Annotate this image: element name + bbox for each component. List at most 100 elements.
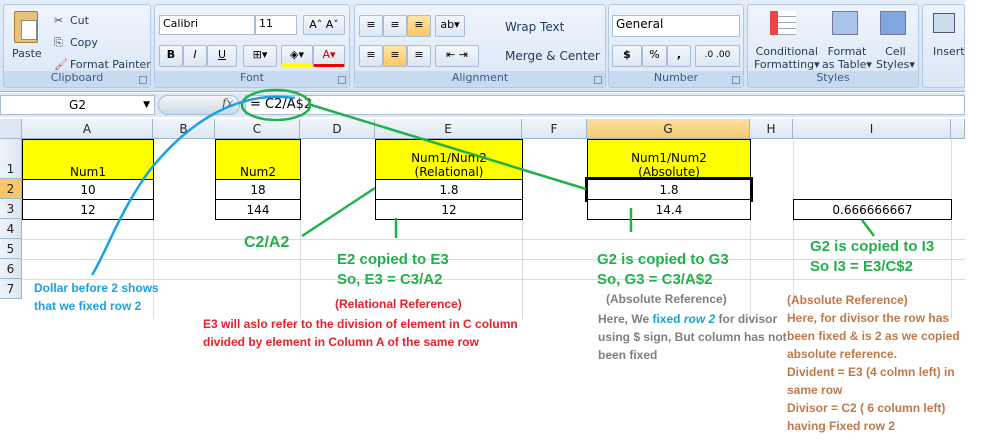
row-header-1[interactable]: 1 bbox=[0, 139, 22, 179]
column-header-d[interactable]: D bbox=[300, 119, 375, 139]
clipboard-label: Clipboard bbox=[4, 71, 150, 87]
cell-i3[interactable]: 0.666666667 bbox=[793, 199, 952, 220]
column-header-j[interactable] bbox=[951, 119, 965, 139]
gridline bbox=[22, 279, 965, 280]
insert-button[interactable]: Insert bbox=[933, 45, 965, 58]
column-header-f[interactable]: F bbox=[522, 119, 587, 139]
bold-button[interactable]: B bbox=[159, 45, 183, 67]
align-center-button[interactable]: ≡ bbox=[383, 45, 407, 67]
comma-button[interactable]: , bbox=[667, 45, 691, 67]
cell-g2-selected[interactable]: 1.8 bbox=[585, 177, 753, 202]
styles-group: Conditional Formatting▾ Format as Table▾ C… bbox=[747, 4, 919, 88]
column-header-i[interactable]: I bbox=[793, 119, 951, 139]
row-header-6[interactable]: 6 bbox=[0, 259, 22, 279]
row-header-5[interactable]: 5 bbox=[0, 239, 22, 259]
top-align-button[interactable]: ≡ bbox=[359, 15, 383, 37]
cell-a3[interactable]: 12 bbox=[22, 199, 154, 220]
wrap-text-button[interactable]: Wrap Text bbox=[505, 20, 564, 34]
cut-button[interactable]: Cut bbox=[70, 14, 89, 27]
clipboard-launcher[interactable] bbox=[139, 76, 147, 84]
cell-styles-button[interactable]: Cell Styles▾ bbox=[876, 45, 915, 71]
middle-align-button[interactable]: ≡ bbox=[383, 15, 407, 37]
font-size-select[interactable]: 11 bbox=[255, 15, 297, 35]
chevron-down-icon[interactable]: ▼ bbox=[143, 96, 150, 114]
cell-e1[interactable]: Num1/Num2 (Relational) bbox=[375, 139, 523, 180]
select-all-corner[interactable] bbox=[0, 119, 22, 139]
cell-e2[interactable]: 1.8 bbox=[375, 179, 523, 200]
underline-button[interactable]: U bbox=[207, 45, 237, 67]
cell-e1-line2: (Relational) bbox=[414, 165, 484, 179]
align-right-button[interactable]: ≡ bbox=[407, 45, 431, 67]
cell-g1-line1: Num1/Num2 bbox=[631, 151, 707, 165]
grow-font-button[interactable]: A˄ A˅ bbox=[303, 15, 345, 35]
conditional-formatting-icon bbox=[770, 11, 796, 35]
copy-button[interactable]: Copy bbox=[70, 36, 98, 49]
conditional-formatting-button[interactable]: Conditional Formatting▾ bbox=[754, 45, 820, 71]
font-launcher[interactable] bbox=[338, 76, 346, 84]
absolute-desc-line2: using $ sign, But column has not bbox=[598, 330, 787, 344]
percent-button[interactable]: % bbox=[642, 45, 667, 67]
cell-g3[interactable]: 14.4 bbox=[587, 199, 751, 220]
format-painter-icon: 🖌 bbox=[54, 58, 68, 71]
cell-g1[interactable]: Num1/Num2 (Absolute) bbox=[587, 139, 751, 180]
format-label: Format bbox=[827, 45, 867, 58]
cell-c2[interactable]: 18 bbox=[215, 179, 301, 200]
orientation-button[interactable]: ab▾ bbox=[435, 15, 465, 37]
i-copy-line1: G2 is copied to I3 bbox=[810, 238, 935, 255]
bottom-align-button[interactable]: ≡ bbox=[407, 15, 431, 37]
italic-button[interactable]: I bbox=[183, 45, 207, 67]
column-header-c[interactable]: C bbox=[215, 119, 300, 139]
number-launcher[interactable] bbox=[732, 76, 740, 84]
e-copy-line2: So, E3 = C3/A2 bbox=[337, 271, 443, 288]
font-label: Font bbox=[155, 71, 349, 87]
green-arrow-i3 bbox=[861, 219, 875, 237]
alignment-group: ≡ ≡ ≡ ab▾ ≡ ≡ ≡ ⇤ ⇥ Wrap Text Merge & Ce… bbox=[354, 4, 606, 88]
i-desc: (Absolute Reference) Here, for divisor t… bbox=[787, 291, 960, 435]
cell-styles-icon bbox=[880, 11, 906, 35]
name-box-value: G2 bbox=[69, 98, 86, 112]
font-color-button[interactable]: A▾ bbox=[313, 45, 345, 67]
decimal-buttons[interactable]: .0 .00 bbox=[695, 45, 740, 67]
column-header-g[interactable]: G bbox=[587, 119, 750, 139]
column-header-e[interactable]: E bbox=[375, 119, 522, 139]
name-box[interactable]: G2 ▼ bbox=[0, 95, 155, 115]
green-arrow-c2a2 bbox=[301, 186, 376, 238]
currency-button[interactable]: $ bbox=[612, 45, 642, 67]
row-header-7[interactable]: 7 bbox=[0, 279, 22, 299]
formula-input[interactable]: = C2/A$2 bbox=[245, 95, 965, 115]
format-painter-button[interactable]: Format Painter bbox=[70, 58, 151, 71]
number-format-select[interactable]: General bbox=[612, 15, 740, 37]
i-desc-line: Here, for divisor the row has bbox=[787, 311, 950, 325]
font-name-select[interactable]: Calibri bbox=[159, 15, 255, 35]
cell-c1[interactable]: Num2 bbox=[215, 139, 301, 180]
absolute-desc-post: for divisor bbox=[715, 312, 778, 326]
merge-center-button[interactable]: Merge & Center bbox=[505, 49, 600, 63]
row-header-3[interactable]: 3 bbox=[0, 199, 22, 219]
align-left-button[interactable]: ≡ bbox=[359, 45, 383, 67]
row-header-4[interactable]: 4 bbox=[0, 219, 22, 239]
paste-button[interactable]: Paste bbox=[12, 47, 42, 60]
cell-g1-line2: (Absolute) bbox=[638, 165, 700, 179]
column-header-h[interactable]: H bbox=[750, 119, 793, 139]
fx-icon[interactable]: fx bbox=[222, 96, 233, 110]
borders-button[interactable]: ⊞▾ bbox=[243, 45, 277, 67]
cell-e3[interactable]: 12 bbox=[375, 199, 523, 220]
font-group: Calibri 11 A˄ A˅ B I U ⊞▾ ◈▾ A▾ Font bbox=[154, 4, 350, 88]
formula-bar: G2 ▼ fx = C2/A$2 bbox=[0, 93, 965, 117]
dollar-note: Dollar before 2 shows that we fixed row 2 bbox=[34, 279, 159, 315]
cell-a1[interactable]: Num1 bbox=[22, 139, 154, 180]
insert-icon bbox=[933, 13, 955, 33]
column-header-b[interactable]: B bbox=[153, 119, 215, 139]
cell-c3[interactable]: 144 bbox=[215, 199, 301, 220]
row-header-2[interactable]: 2 bbox=[0, 179, 22, 199]
cell-label: Cell bbox=[885, 45, 906, 58]
format-as-table-button[interactable]: Format as Table▾ bbox=[822, 45, 872, 71]
cell-a2[interactable]: 10 bbox=[22, 179, 154, 200]
fill-color-button[interactable]: ◈▾ bbox=[281, 45, 313, 67]
relational-desc-line1: E3 will aslo refer to the division of el… bbox=[203, 317, 518, 331]
column-header-a[interactable]: A bbox=[22, 119, 153, 139]
absolute-title: (Absolute Reference) bbox=[606, 292, 727, 306]
alignment-launcher[interactable] bbox=[594, 76, 602, 84]
indent-button[interactable]: ⇤ ⇥ bbox=[435, 45, 479, 67]
paste-icon[interactable] bbox=[14, 11, 38, 43]
